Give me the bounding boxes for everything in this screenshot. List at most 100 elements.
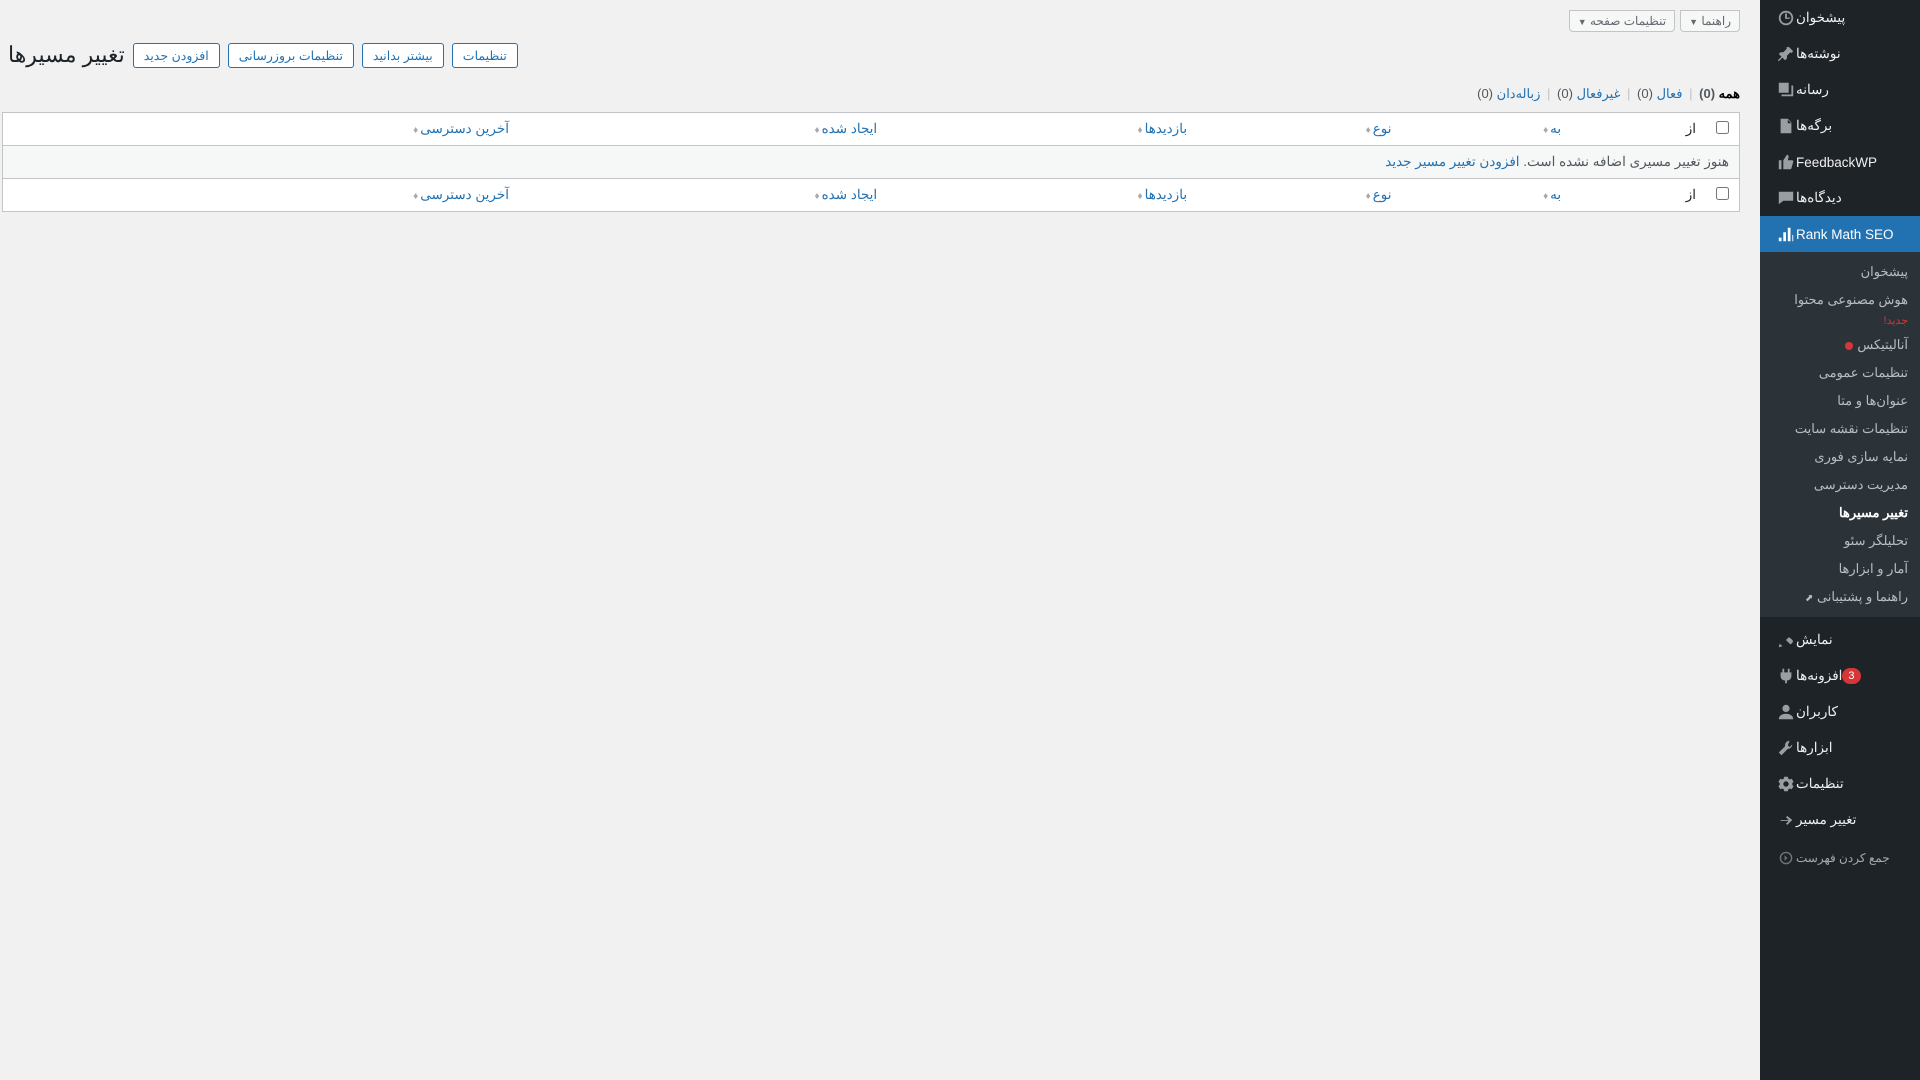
label: آخرین دسترسی [420,121,509,136]
col-to-footer[interactable]: به♦ [1401,178,1571,211]
submenu-seo-analyzer[interactable]: تحلیلگر سئو [1760,527,1920,555]
label: به [1550,187,1561,202]
menu-media[interactable]: رسانه [1760,72,1920,108]
menu-label: ابزارها [1796,740,1832,756]
tools-icon [1776,738,1796,758]
label: به [1550,121,1561,136]
label: فعال [1657,86,1683,101]
menu-feedbackwp[interactable]: FeedbackWP [1760,144,1920,180]
add-new-button[interactable]: افزودن جدید [133,43,220,68]
filter-trash[interactable]: زباله‌دان (0) [1477,86,1540,101]
pin-icon [1776,44,1796,64]
count: (0) [1477,86,1493,101]
select-all-footer [1706,178,1739,211]
learn-more-button[interactable]: بیشتر بدانید [362,43,444,68]
collapse-icon [1776,848,1796,868]
empty-text: هنوز تغییر مسیری اضافه نشده است. [1520,154,1729,169]
menu-dashboard[interactable]: پیشخوان [1760,0,1920,36]
submenu-analytics[interactable]: آنالیتیکس [1760,331,1920,359]
add-redirection-link[interactable]: افزودن تغییر مسیر جدید [1385,154,1519,169]
chevron-down-icon: ▼ [1689,17,1698,27]
label: ایجاد شده [822,187,878,202]
menu-tools[interactable]: ابزارها [1760,730,1920,766]
col-hits-header[interactable]: بازدیدها♦ [887,113,1197,146]
submenu-role-manager[interactable]: مدیریت دسترسی [1760,471,1920,499]
filter-all[interactable]: همه (0) [1699,86,1740,101]
submenu-titles-meta[interactable]: عنوان‌ها و متا [1760,387,1920,415]
sort-icon: ♦ [413,125,418,136]
screen-options-toggle[interactable]: تنظیمات صفحه ▼ [1569,10,1675,32]
col-created-footer[interactable]: ایجاد شده♦ [519,178,887,211]
label: آخرین دسترسی [420,187,509,202]
status-filters: همه (0) | فعال (0) | غیرفعال (0) | زباله… [2,86,1740,102]
menu-plugins[interactable]: 3 افزونه‌ها [1760,658,1920,694]
menu-appearance[interactable]: نمایش [1760,622,1920,658]
col-to-header[interactable]: به♦ [1401,113,1571,146]
label: نوع [1373,187,1392,202]
separator: | [1686,86,1695,101]
settings-button[interactable]: تنظیمات [452,43,518,68]
submenu-redirections[interactable]: تغییر مسیرها [1760,499,1920,527]
update-settings-button[interactable]: تنظیمات بروزرسانی [228,43,354,68]
menu-posts[interactable]: نوشته‌ها [1760,36,1920,72]
collapse-menu-button[interactable]: جمع کردن فهرست [1760,838,1920,878]
col-type-footer[interactable]: نوع♦ [1197,178,1401,211]
filter-inactive[interactable]: غیرفعال (0) [1557,86,1620,101]
count: (0) [1637,86,1653,101]
submenu-dashboard[interactable]: پیشخوان [1760,258,1920,286]
page-title: تغییر مسیرها [8,42,125,68]
menu-redirect[interactable]: تغییر مسیر [1760,802,1920,838]
label: راهنما [1701,14,1731,28]
menu-pages[interactable]: برگه‌ها [1760,108,1920,144]
col-type-header[interactable]: نوع♦ [1197,113,1401,146]
filter-active[interactable]: فعال (0) [1637,86,1682,101]
submenu-status-tools[interactable]: آمار و ابزارها [1760,555,1920,583]
label: از [1686,187,1696,202]
submenu-instant-indexing[interactable]: نمایه سازی فوری [1760,443,1920,471]
appearance-icon [1776,630,1796,650]
col-hits-footer[interactable]: بازدیدها♦ [887,178,1197,211]
menu-users[interactable]: کاربران [1760,694,1920,730]
label: زباله‌دان [1497,86,1541,101]
submenu-content-ai[interactable]: هوش مصنوعی محتوا [1760,286,1920,314]
admin-sidebar: پیشخوان نوشته‌ها رسانه برگه‌ها FeedbackW… [1760,0,1920,1080]
submenu-general-settings[interactable]: تنظیمات عمومی [1760,359,1920,387]
empty-state-row: هنوز تغییر مسیری اضافه نشده است. افزودن … [3,146,1739,178]
menu-label: Rank Math SEO [1796,227,1894,242]
menu-label: افزونه‌ها [1796,668,1842,684]
redirections-table: از به♦ نوع♦ بازدیدها♦ ایجاد شده♦ آخرین د… [2,112,1740,212]
menu-label: تنظیمات [1796,776,1844,792]
submenu-sitemap[interactable]: تنظیمات نقشه سایت [1760,415,1920,443]
label: همه [1719,86,1740,101]
label: از [1686,121,1696,136]
comment-icon [1776,188,1796,208]
menu-label: دیدگاه‌ها [1796,190,1842,206]
update-count-badge: 3 [1842,668,1860,684]
screen-meta-links: راهنما ▼ تنظیمات صفحه ▼ [2,10,1740,32]
empty-message-cell: هنوز تغییر مسیری اضافه نشده است. افزودن … [3,146,1739,178]
col-created-header[interactable]: ایجاد شده♦ [519,113,887,146]
help-toggle[interactable]: راهنما ▼ [1680,10,1740,32]
separator: | [1624,86,1633,101]
new-badge: جدید! [1760,314,1920,331]
count: (0) [1557,86,1573,101]
rankmath-icon [1776,224,1796,244]
sort-icon: ♦ [1366,125,1371,136]
select-all-checkbox[interactable] [1716,121,1729,134]
menu-rankmath-seo[interactable]: Rank Math SEO [1760,216,1920,252]
col-from-header[interactable]: از [1571,113,1706,146]
menu-comments[interactable]: دیدگاه‌ها [1760,180,1920,216]
col-last-footer[interactable]: آخرین دسترسی♦ [3,178,519,211]
col-last-header[interactable]: آخرین دسترسی♦ [3,113,519,146]
submenu-help-support[interactable]: راهنما و پشتیبانی ⬈ [1760,583,1920,611]
sort-icon: ♦ [1366,191,1371,202]
redirect-icon [1776,810,1796,830]
label: آنالیتیکس [1857,337,1908,352]
menu-settings[interactable]: تنظیمات [1760,766,1920,802]
settings-icon [1776,774,1796,794]
col-from-footer[interactable]: از [1571,178,1706,211]
count: (0) [1699,86,1715,101]
sort-icon: ♦ [1543,125,1548,136]
thumbs-up-icon [1776,152,1796,172]
select-all-checkbox-footer[interactable] [1716,187,1729,200]
